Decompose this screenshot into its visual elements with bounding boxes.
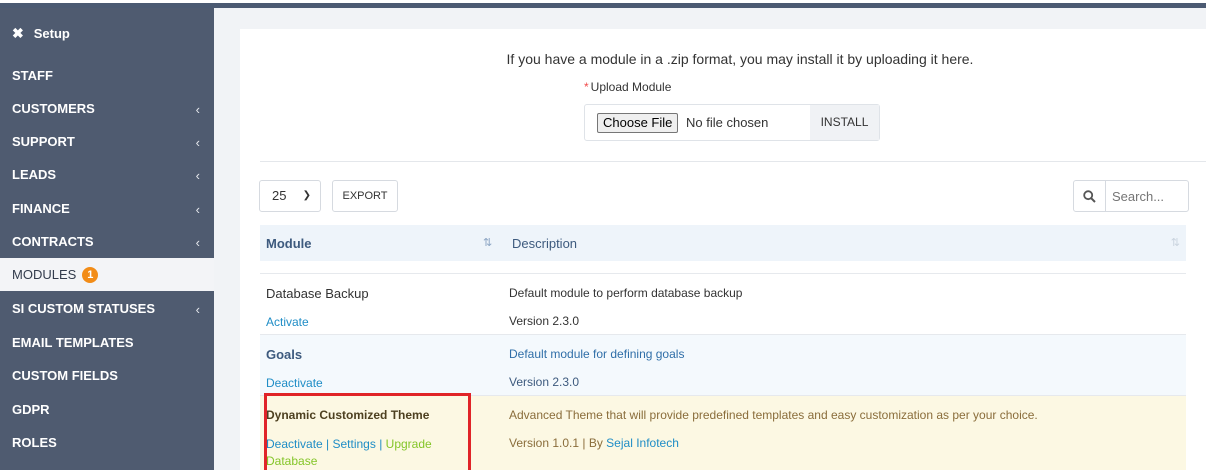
sidebar-item-staff[interactable]: STAFF — [0, 59, 214, 92]
sidebar-item-label: LEADS — [12, 167, 57, 182]
sidebar-item-si-custom-statuses[interactable]: SI CUSTOM STATUSES ‹ — [0, 292, 214, 325]
file-upload-field: Choose File No file chosen INSTALL — [584, 104, 880, 141]
sidebar-setup-label: Setup — [33, 26, 70, 41]
sidebar-item-label: GDPR — [12, 402, 50, 417]
sidebar: ✖ Setup STAFF CUSTOMERS ‹ SUPPORT ‹ LEADS ‹ FIN… — [0, 8, 214, 470]
sidebar-item-contracts[interactable]: CONTRACTS ‹ — [0, 225, 214, 258]
notification-badge: 1 — [82, 266, 99, 283]
sidebar-item-leads[interactable]: LEADS ‹ — [0, 158, 214, 191]
export-button[interactable]: EXPORT — [332, 180, 398, 212]
sidebar-item-label: FINANCE — [12, 201, 70, 216]
search-box — [1073, 180, 1189, 212]
chevron-left-icon: ‹ — [195, 302, 200, 317]
sidebar-item-custom-fields[interactable]: CUSTOM FIELDS — [0, 359, 214, 392]
module-name: Database Backup — [266, 286, 369, 301]
chevron-left-icon: ‹ — [195, 235, 200, 250]
page-size-value: 25 — [272, 188, 287, 203]
file-status-text: No file chosen — [686, 115, 769, 130]
module-description: Advanced Theme that will provide predefi… — [509, 408, 1038, 422]
chevron-left-icon: ‹ — [195, 168, 200, 183]
table-row: Database Backup Activate Default module … — [260, 273, 1186, 334]
table-header: Module ⇅ Description ⇅ — [260, 225, 1186, 261]
upload-module-label-text: Upload Module — [590, 80, 672, 94]
sidebar-item-label: CUSTOMERS — [12, 101, 95, 116]
sidebar-setup-header[interactable]: ✖ Setup — [0, 18, 214, 49]
sidebar-item-label: ROLES — [12, 435, 57, 450]
sidebar-item-label: STAFF — [12, 68, 53, 83]
top-bar — [0, 0, 1206, 8]
install-button[interactable]: INSTALL — [810, 105, 879, 140]
module-name: Goals — [266, 347, 303, 362]
chevron-left-icon: ‹ — [195, 135, 200, 150]
sort-icon[interactable]: ⇅ — [1171, 236, 1180, 249]
chevron-left-icon: ‹ — [195, 202, 200, 217]
module-description: Default module for defining goals — [509, 347, 685, 361]
activate-link[interactable]: Activate — [266, 315, 309, 329]
page-size-select[interactable]: 25 ❯ — [259, 180, 321, 212]
close-icon[interactable]: ✖ — [12, 25, 24, 42]
sidebar-item-roles[interactable]: ROLES — [0, 426, 214, 459]
sidebar-item-label: CUSTOM FIELDS — [12, 368, 118, 383]
module-version-text: Version 1.0.1 | By — [509, 436, 607, 450]
column-header-description[interactable]: Description — [512, 236, 577, 251]
module-actions: Deactivate — [266, 375, 466, 392]
sidebar-item-label: EMAIL TEMPLATES — [12, 335, 134, 350]
sidebar-item-label: CONTRACTS — [12, 234, 94, 249]
chevron-down-icon: ❯ — [302, 190, 311, 201]
upload-intro-text: If you have a module in a .zip format, y… — [506, 51, 974, 67]
search-icon[interactable] — [1074, 181, 1106, 211]
sidebar-item-label: SUPPORT — [12, 134, 75, 149]
section-divider — [260, 161, 1206, 162]
sidebar-item-modules[interactable]: MODULES 1 — [0, 258, 214, 291]
module-actions: Activate — [266, 314, 466, 331]
column-header-module[interactable]: Module — [266, 236, 312, 251]
deactivate-link[interactable]: Deactivate — [266, 376, 323, 390]
sidebar-item-support[interactable]: SUPPORT ‹ — [0, 125, 214, 158]
sidebar-item-label: SI CUSTOM STATUSES — [12, 301, 156, 316]
upload-module-label: * Upload Module — [584, 80, 671, 94]
author-link[interactable]: Sejal Infotech — [606, 436, 679, 450]
required-mark: * — [584, 80, 589, 94]
table-row: Goals Deactivate Default module for defi… — [260, 334, 1186, 395]
choose-file-button[interactable]: Choose File — [597, 113, 679, 133]
sidebar-item-gdpr[interactable]: GDPR — [0, 393, 214, 426]
search-input[interactable] — [1112, 187, 1184, 205]
sort-icon[interactable]: ⇅ — [483, 236, 492, 249]
module-version: Version 2.3.0 — [509, 314, 580, 328]
sidebar-item-label: MODULES — [12, 267, 77, 282]
sidebar-item-email-templates[interactable]: EMAIL TEMPLATES — [0, 326, 214, 359]
sidebar-item-customers[interactable]: CUSTOMERS ‹ — [0, 92, 214, 125]
annotation-highlight-box — [264, 393, 471, 470]
chevron-left-icon: ‹ — [195, 102, 200, 117]
module-version: Version 2.3.0 — [509, 375, 580, 389]
module-version: Version 1.0.1 | By Sejal Infotech — [509, 436, 679, 450]
sidebar-item-finance[interactable]: FINANCE ‹ — [0, 192, 214, 225]
module-description: Default module to perform database backu… — [509, 286, 743, 300]
